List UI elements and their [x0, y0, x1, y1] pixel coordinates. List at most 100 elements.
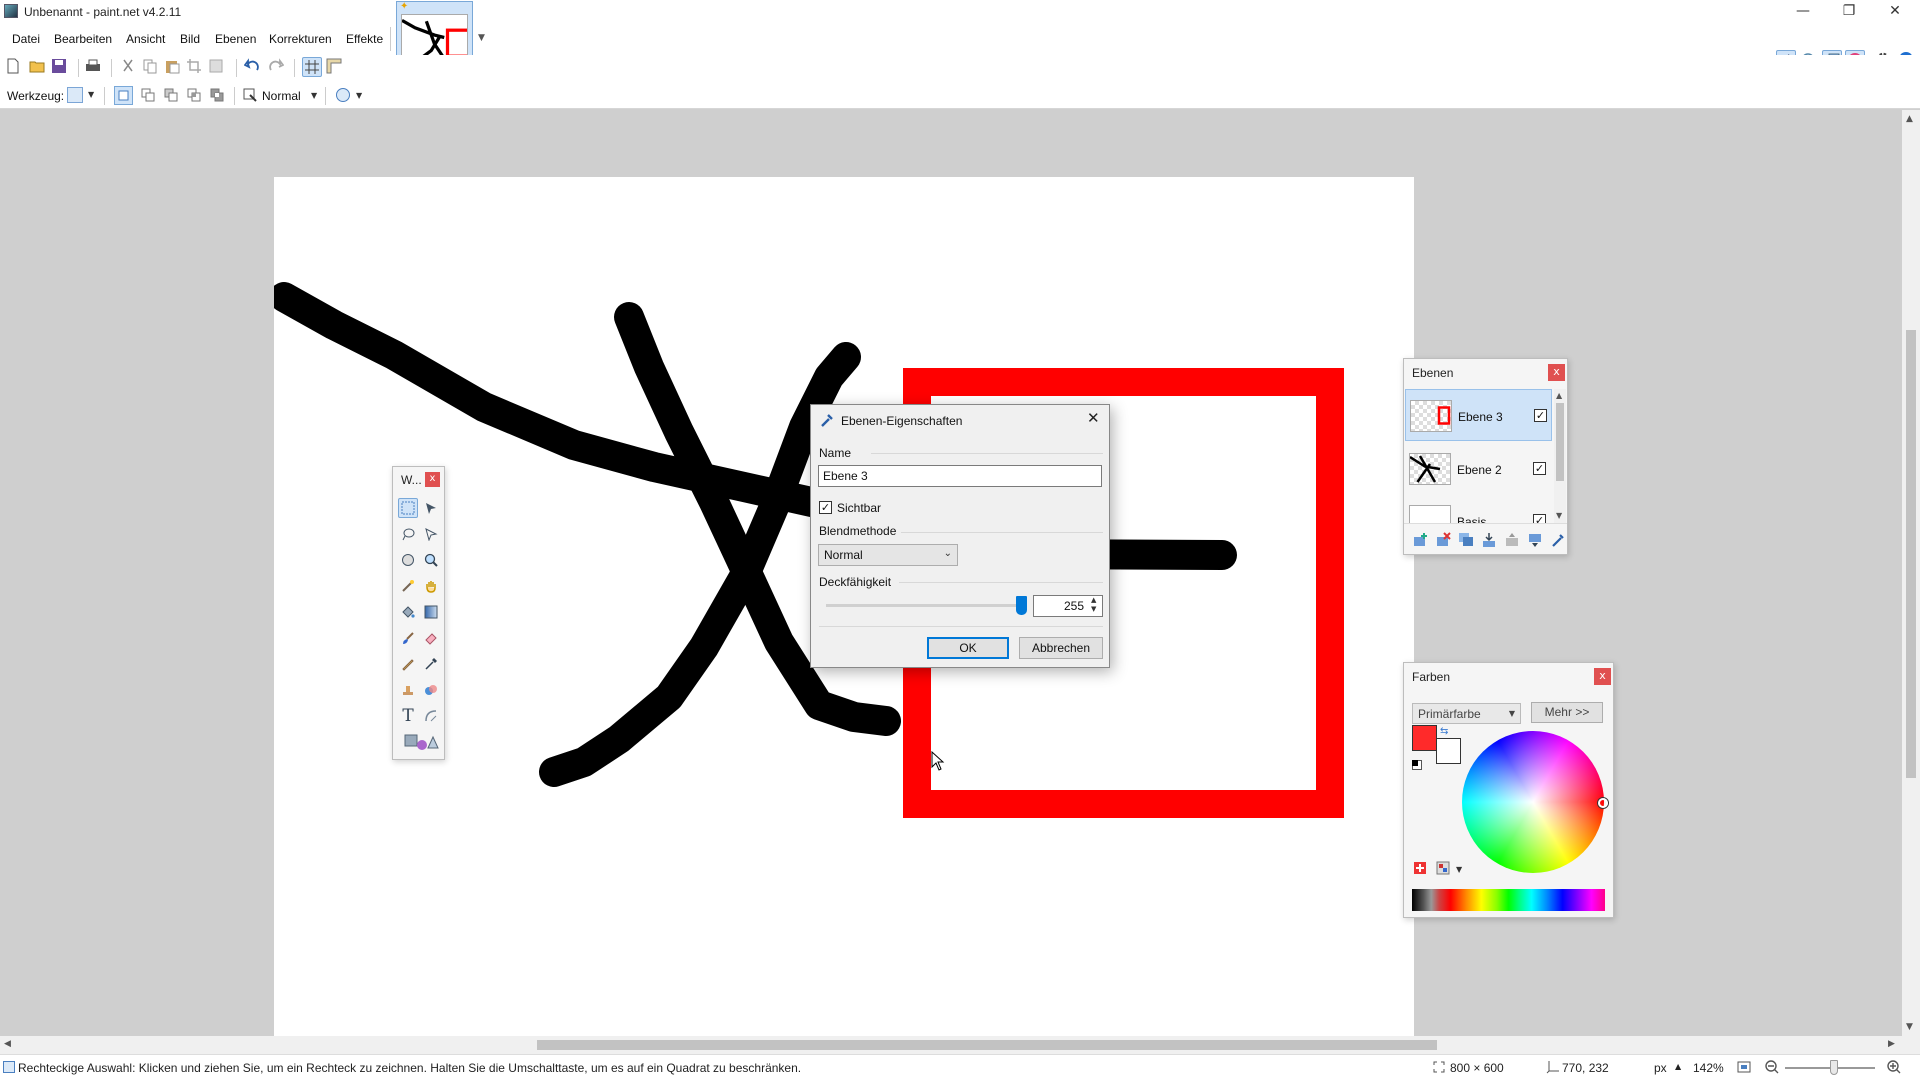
- menu-ansicht[interactable]: Ansicht: [126, 32, 165, 46]
- tools-window-close-button[interactable]: x: [425, 472, 440, 487]
- lasso-tool-icon[interactable]: [398, 524, 418, 544]
- move-layer-up-icon[interactable]: [1504, 532, 1520, 548]
- menu-ebenen[interactable]: Ebenen: [215, 32, 256, 46]
- undo-icon[interactable]: [243, 58, 260, 74]
- tab-dropdown-icon[interactable]: ▼: [478, 33, 485, 43]
- vertical-scroll-thumb[interactable]: [1906, 330, 1916, 778]
- scroll-left-icon[interactable]: ◀: [4, 1039, 11, 1049]
- vertical-scrollbar[interactable]: ▲ ▼: [1902, 110, 1920, 1036]
- clone-stamp-tool-icon[interactable]: [398, 680, 418, 700]
- merge-layer-down-icon[interactable]: [1481, 532, 1497, 548]
- crop-icon[interactable]: [186, 58, 202, 74]
- zoom-out-icon[interactable]: [1764, 1059, 1780, 1075]
- shapes-tool-icon[interactable]: [398, 732, 441, 752]
- tool-dropdown-icon[interactable]: ▼: [88, 90, 94, 99]
- primary-color-swatch[interactable]: [1412, 725, 1437, 751]
- grid-icon[interactable]: [302, 57, 322, 77]
- cut-icon[interactable]: [120, 58, 136, 74]
- rectangle-select-tool-icon[interactable]: [67, 87, 83, 103]
- layers-scroll-thumb[interactable]: [1556, 403, 1564, 481]
- units-value[interactable]: px: [1654, 1061, 1667, 1075]
- pan-tool-icon[interactable]: [421, 576, 441, 596]
- ellipse-select-tool-icon[interactable]: [398, 550, 418, 570]
- new-file-icon[interactable]: [5, 58, 21, 74]
- layer-visible-checkbox[interactable]: ✓: [1533, 462, 1546, 475]
- color-wheel-marker[interactable]: [1598, 798, 1608, 808]
- menu-effekte[interactable]: Effekte: [346, 32, 383, 46]
- layer-row-ebene-3[interactable]: Ebene 3 ✓: [1405, 389, 1552, 441]
- layer-row-ebene-2[interactable]: Ebene 2 ✓: [1405, 443, 1552, 495]
- line-curve-tool-icon[interactable]: [421, 706, 441, 726]
- text-tool-icon[interactable]: T: [398, 706, 418, 726]
- recolor-tool-icon[interactable]: [421, 680, 441, 700]
- blend-mode-dropdown-icon[interactable]: ▼: [311, 91, 317, 100]
- layer-name-input[interactable]: Ebene 3: [818, 465, 1102, 487]
- gradient-tool-icon[interactable]: [421, 602, 441, 622]
- opacity-slider-track[interactable]: [826, 604, 1026, 607]
- scroll-down-icon[interactable]: ▼: [1556, 511, 1562, 520]
- scroll-right-icon[interactable]: ▶: [1888, 1039, 1895, 1049]
- move-layer-down-icon[interactable]: [1527, 532, 1543, 548]
- scroll-up-icon[interactable]: ▲: [1556, 391, 1562, 400]
- dialog-close-icon[interactable]: ✕: [1087, 409, 1100, 427]
- selection-exclude-icon[interactable]: [163, 87, 179, 103]
- menu-korrekturen[interactable]: Korrekturen: [269, 32, 332, 46]
- blend-mode-select[interactable]: Normal ⌄: [818, 544, 958, 566]
- layer-visible-checkbox[interactable]: ✓: [1534, 409, 1547, 422]
- scroll-up-icon[interactable]: ▲: [1906, 114, 1913, 124]
- eraser-tool-icon[interactable]: [421, 628, 441, 648]
- magic-wand-tool-icon[interactable]: [398, 576, 418, 596]
- blend-mode-icon[interactable]: [242, 87, 258, 103]
- menu-bild[interactable]: Bild: [180, 32, 200, 46]
- rectangle-select-tool-icon[interactable]: [398, 498, 418, 518]
- layer-visible-checkbox[interactable]: ✓: [1533, 514, 1546, 523]
- print-icon[interactable]: [85, 58, 101, 74]
- opacity-slider-thumb[interactable]: [1016, 596, 1027, 615]
- antialiasing-dropdown-icon[interactable]: ▼: [356, 91, 362, 100]
- color-palette-strip[interactable]: [1412, 889, 1605, 911]
- zoom-value[interactable]: 142%: [1693, 1061, 1724, 1075]
- blend-mode-value[interactable]: Normal: [262, 89, 301, 103]
- selection-union-icon[interactable]: [140, 87, 156, 103]
- secondary-color-swatch[interactable]: [1436, 738, 1461, 764]
- paste-icon[interactable]: [164, 58, 180, 74]
- menu-bearbeiten[interactable]: Bearbeiten: [54, 32, 112, 46]
- delete-layer-icon[interactable]: [1435, 532, 1451, 548]
- move-selected-tool-icon[interactable]: [421, 498, 441, 518]
- visible-checkbox[interactable]: ✓: [819, 501, 832, 514]
- ok-button[interactable]: OK: [927, 637, 1009, 659]
- add-color-to-palette-icon[interactable]: [1412, 860, 1428, 876]
- move-selection-tool-icon[interactable]: [421, 524, 441, 544]
- layers-window-close-button[interactable]: x: [1548, 364, 1565, 381]
- open-folder-icon[interactable]: [29, 58, 45, 74]
- cancel-button[interactable]: Abbrechen: [1019, 637, 1103, 659]
- opacity-spinner-icon[interactable]: ▲ ▼: [1091, 596, 1096, 614]
- more-button[interactable]: Mehr >>: [1531, 702, 1603, 723]
- color-wheel[interactable]: [1462, 731, 1608, 873]
- close-button[interactable]: ✕: [1872, 0, 1918, 23]
- duplicate-layer-icon[interactable]: [1458, 532, 1474, 548]
- selection-xor-icon[interactable]: [209, 87, 225, 103]
- color-mode-select[interactable]: Primärfarbe ▼: [1412, 703, 1521, 724]
- palette-dropdown-icon[interactable]: ▼: [1456, 865, 1462, 874]
- horizontal-scrollbar[interactable]: ◀ ▶: [0, 1036, 1902, 1054]
- scroll-down-icon[interactable]: ▼: [1906, 1022, 1913, 1032]
- selection-replace-icon[interactable]: [114, 86, 133, 105]
- zoom-in-icon[interactable]: [1886, 1059, 1902, 1075]
- rulers-icon[interactable]: [326, 58, 342, 74]
- reset-colors-icon[interactable]: [1412, 760, 1422, 770]
- redo-icon[interactable]: [268, 58, 285, 74]
- colors-window-close-button[interactable]: x: [1594, 668, 1611, 685]
- antialiasing-icon[interactable]: [336, 88, 350, 102]
- layer-properties-icon[interactable]: [1550, 532, 1566, 548]
- minimize-button[interactable]: —: [1780, 0, 1826, 23]
- zoom-tool-icon[interactable]: [421, 550, 441, 570]
- copy-icon[interactable]: [142, 58, 158, 74]
- selection-intersect-icon[interactable]: [186, 87, 202, 103]
- layer-row-basis[interactable]: Basis ✓: [1405, 495, 1552, 523]
- add-layer-icon[interactable]: [1412, 532, 1428, 548]
- layers-scrollbar[interactable]: ▲ ▼: [1554, 389, 1566, 523]
- swap-colors-icon[interactable]: ⇆: [1440, 726, 1448, 737]
- horizontal-scroll-thumb[interactable]: [537, 1040, 1437, 1050]
- zoom-to-window-icon[interactable]: [1736, 1059, 1752, 1075]
